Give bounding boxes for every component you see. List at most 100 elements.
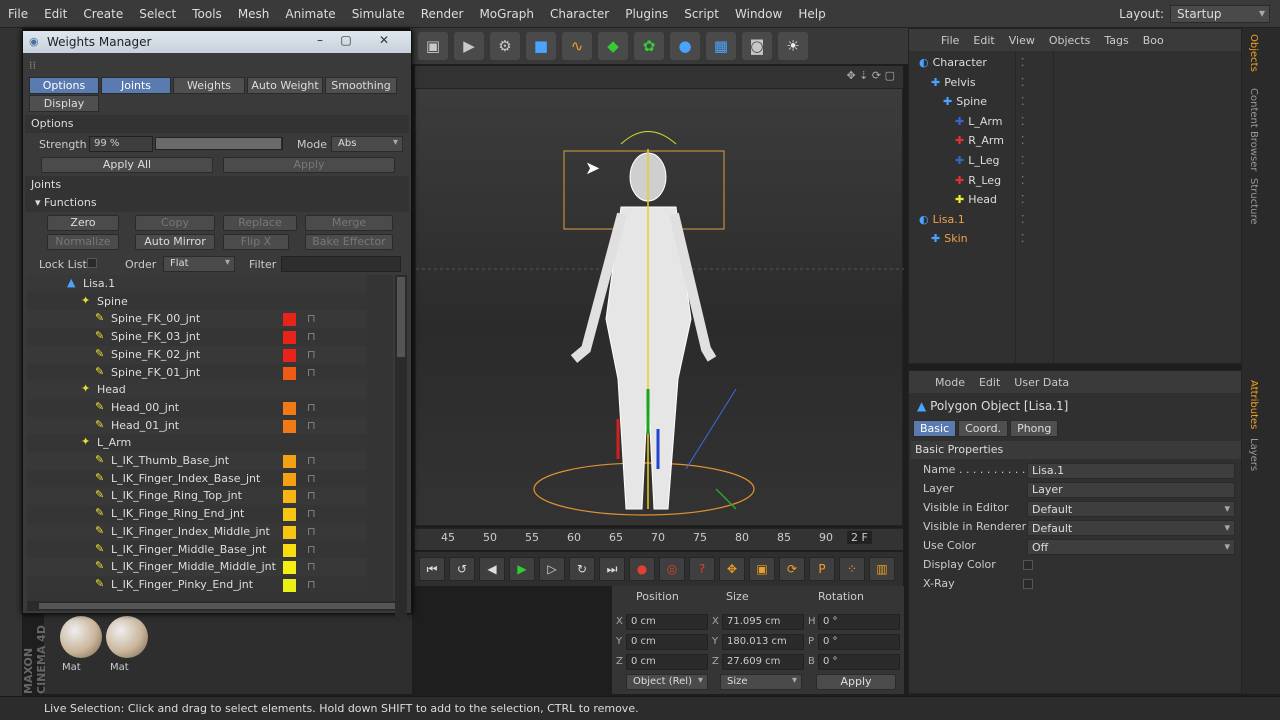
goto-start-icon[interactable]: ⏮ <box>419 557 445 581</box>
camera-group-icon[interactable]: ▶ <box>454 32 484 60</box>
joint-row[interactable]: ✦ Spine <box>27 292 367 311</box>
size-z-field[interactable]: 27.609 cm <box>722 654 804 670</box>
joint-row[interactable]: ✦ L_Arm <box>27 434 367 453</box>
lock-icon[interactable]: ⊓ <box>307 419 316 432</box>
object-menu-objects[interactable]: Objects <box>1049 34 1091 47</box>
lock-icon[interactable]: ⊓ <box>307 560 316 573</box>
joint-row[interactable]: ✎ L_IK_Finger_Middle_Base_jnt ⊓ <box>27 540 367 559</box>
object-row[interactable]: ✚ L_Leg ⁚ <box>909 151 1241 170</box>
attr-menu-user-data[interactable]: User Data <box>1014 376 1069 389</box>
rotation-h-field[interactable]: 0 ° <box>818 614 900 630</box>
menu-select[interactable]: Select <box>131 7 184 21</box>
menu-edit[interactable]: Edit <box>36 7 75 21</box>
joint-row[interactable]: ✎ L_IK_Finger_Pinky_End_jnt ⊓ <box>27 575 367 594</box>
functions-section-header[interactable]: ▾ Functions <box>25 194 409 212</box>
filter-input[interactable] <box>281 256 401 272</box>
menu-tools[interactable]: Tools <box>184 7 230 21</box>
visibility-dots[interactable]: ⁚ <box>1021 76 1025 89</box>
keyframe-help-icon[interactable]: ? <box>689 557 715 581</box>
attr-menu-mode[interactable]: Mode <box>935 376 965 389</box>
joint-row[interactable]: ✎ L_IK_Finger_Index_Middle_jnt ⊓ <box>27 522 367 541</box>
lock-icon[interactable]: ⊓ <box>307 312 316 325</box>
size-y-field[interactable]: 180.013 cm <box>722 634 804 650</box>
apply-all-button[interactable]: Apply All <box>41 157 213 173</box>
bake-effector-button[interactable]: Bake Effector <box>305 234 393 250</box>
minimize-icon[interactable]: – <box>311 33 329 49</box>
lock-icon[interactable]: ⊓ <box>307 543 316 556</box>
apply-button[interactable]: Apply <box>223 157 395 173</box>
tab-options[interactable]: Options <box>29 77 99 94</box>
object-row[interactable]: ✚ Head ⁚ <box>909 190 1241 209</box>
menu-animate[interactable]: Animate <box>277 7 343 21</box>
object-row[interactable]: ✚ Pelvis ⁚ <box>909 73 1241 92</box>
object-menu-boo[interactable]: Boo <box>1143 34 1164 47</box>
goto-end-icon[interactable]: ⏭ <box>599 557 625 581</box>
side-tab-content-browser[interactable]: Content Browser <box>1248 88 1259 171</box>
rotate-key-icon[interactable]: ⟳ <box>779 557 805 581</box>
visibility-dots[interactable]: ⁚ <box>1021 56 1025 69</box>
attribute-checkbox[interactable] <box>1023 579 1033 589</box>
viewport-3d[interactable] <box>415 88 904 526</box>
horizontal-scrollbar[interactable] <box>27 601 407 611</box>
lock-icon[interactable]: ⊓ <box>307 401 316 414</box>
autokey-icon[interactable]: ◎ <box>659 557 685 581</box>
layout-selector[interactable]: Layout: Startup <box>1119 5 1270 23</box>
joint-row[interactable]: ✎ Spine_FK_00_jnt ⊓ <box>27 310 367 329</box>
object-row[interactable]: ✚ Skin ⁚ <box>909 229 1241 248</box>
attr-tab-coord[interactable]: Coord. <box>958 420 1009 437</box>
coord-apply-button[interactable]: Apply <box>816 674 896 690</box>
attribute-value[interactable]: Off <box>1027 539 1235 555</box>
side-tab-structure[interactable]: Structure <box>1248 178 1259 225</box>
maximize-icon[interactable]: ▢ <box>337 33 355 49</box>
environment-icon[interactable]: ● <box>670 32 700 60</box>
menu-script[interactable]: Script <box>676 7 727 21</box>
play-icon[interactable]: ▶ <box>509 557 535 581</box>
menu-create[interactable]: Create <box>75 7 131 21</box>
object-menu-edit[interactable]: Edit <box>973 34 994 47</box>
strength-slider[interactable] <box>155 137 283 150</box>
attribute-value[interactable]: Default <box>1027 501 1235 517</box>
object-row[interactable]: ✚ Spine ⁚ <box>909 92 1241 111</box>
close-icon[interactable]: ✕ <box>375 33 393 49</box>
joint-row[interactable]: ✎ L_IK_Finger_Middle_Middle_jnt ⊓ <box>27 558 367 577</box>
side-tab-layers[interactable]: Layers <box>1248 438 1259 471</box>
tab-auto-weight[interactable]: Auto Weight <box>247 77 323 94</box>
strength-input[interactable]: 99 % <box>89 136 153 152</box>
merge-button[interactable]: Merge <box>305 215 393 231</box>
side-tab-objects[interactable]: Objects <box>1248 34 1259 72</box>
mode-dropdown[interactable]: Abs <box>331 136 403 152</box>
object-row[interactable]: ◐ Character ⁚ <box>909 53 1241 72</box>
lock-icon[interactable]: ⊓ <box>307 330 316 343</box>
menu-simulate[interactable]: Simulate <box>344 7 413 21</box>
record-icon[interactable]: ● <box>629 557 655 581</box>
joint-row[interactable]: ✎ Head_00_jnt ⊓ <box>27 398 367 417</box>
auto-mirror-button[interactable]: Auto Mirror <box>135 234 215 250</box>
camera-icon[interactable]: ◙ <box>742 32 772 60</box>
timeline-window-icon[interactable]: ▥ <box>869 557 895 581</box>
joint-row[interactable]: ✎ Spine_FK_02_jnt ⊓ <box>27 345 367 364</box>
lock-icon[interactable]: ⊓ <box>307 472 316 485</box>
lock-icon[interactable]: ⊓ <box>307 489 316 502</box>
replace-button[interactable]: Replace <box>223 215 297 231</box>
position-y-field[interactable]: 0 cm <box>626 634 708 650</box>
coord-mode-dropdown[interactable]: Object (Rel) <box>626 674 708 690</box>
position-x-field[interactable]: 0 cm <box>626 614 708 630</box>
zero-button[interactable]: Zero <box>47 215 119 231</box>
lock-icon[interactable]: ⊓ <box>307 578 316 591</box>
prev-frame-icon[interactable]: ◀ <box>479 557 505 581</box>
visibility-dots[interactable]: ⁚ <box>1021 95 1025 108</box>
prev-key-icon[interactable]: ↺ <box>449 557 475 581</box>
menu-mesh[interactable]: Mesh <box>230 7 278 21</box>
visibility-dots[interactable]: ⁚ <box>1021 115 1025 128</box>
object-row[interactable]: ✚ L_Arm ⁚ <box>909 112 1241 131</box>
attribute-value[interactable]: Default <box>1027 520 1235 536</box>
cube-icon[interactable]: ■ <box>526 32 556 60</box>
visibility-dots[interactable]: ⁚ <box>1021 193 1025 206</box>
lock-icon[interactable]: ⊓ <box>307 454 316 467</box>
tab-joints[interactable]: Joints <box>101 77 171 94</box>
visibility-dots[interactable]: ⁚ <box>1021 174 1025 187</box>
normalize-button[interactable]: Normalize <box>47 234 119 250</box>
joint-row[interactable]: ✎ Spine_FK_01_jnt ⊓ <box>27 363 367 382</box>
side-tab-attributes[interactable]: Attributes <box>1248 380 1259 429</box>
next-key-icon[interactable]: ↻ <box>569 557 595 581</box>
